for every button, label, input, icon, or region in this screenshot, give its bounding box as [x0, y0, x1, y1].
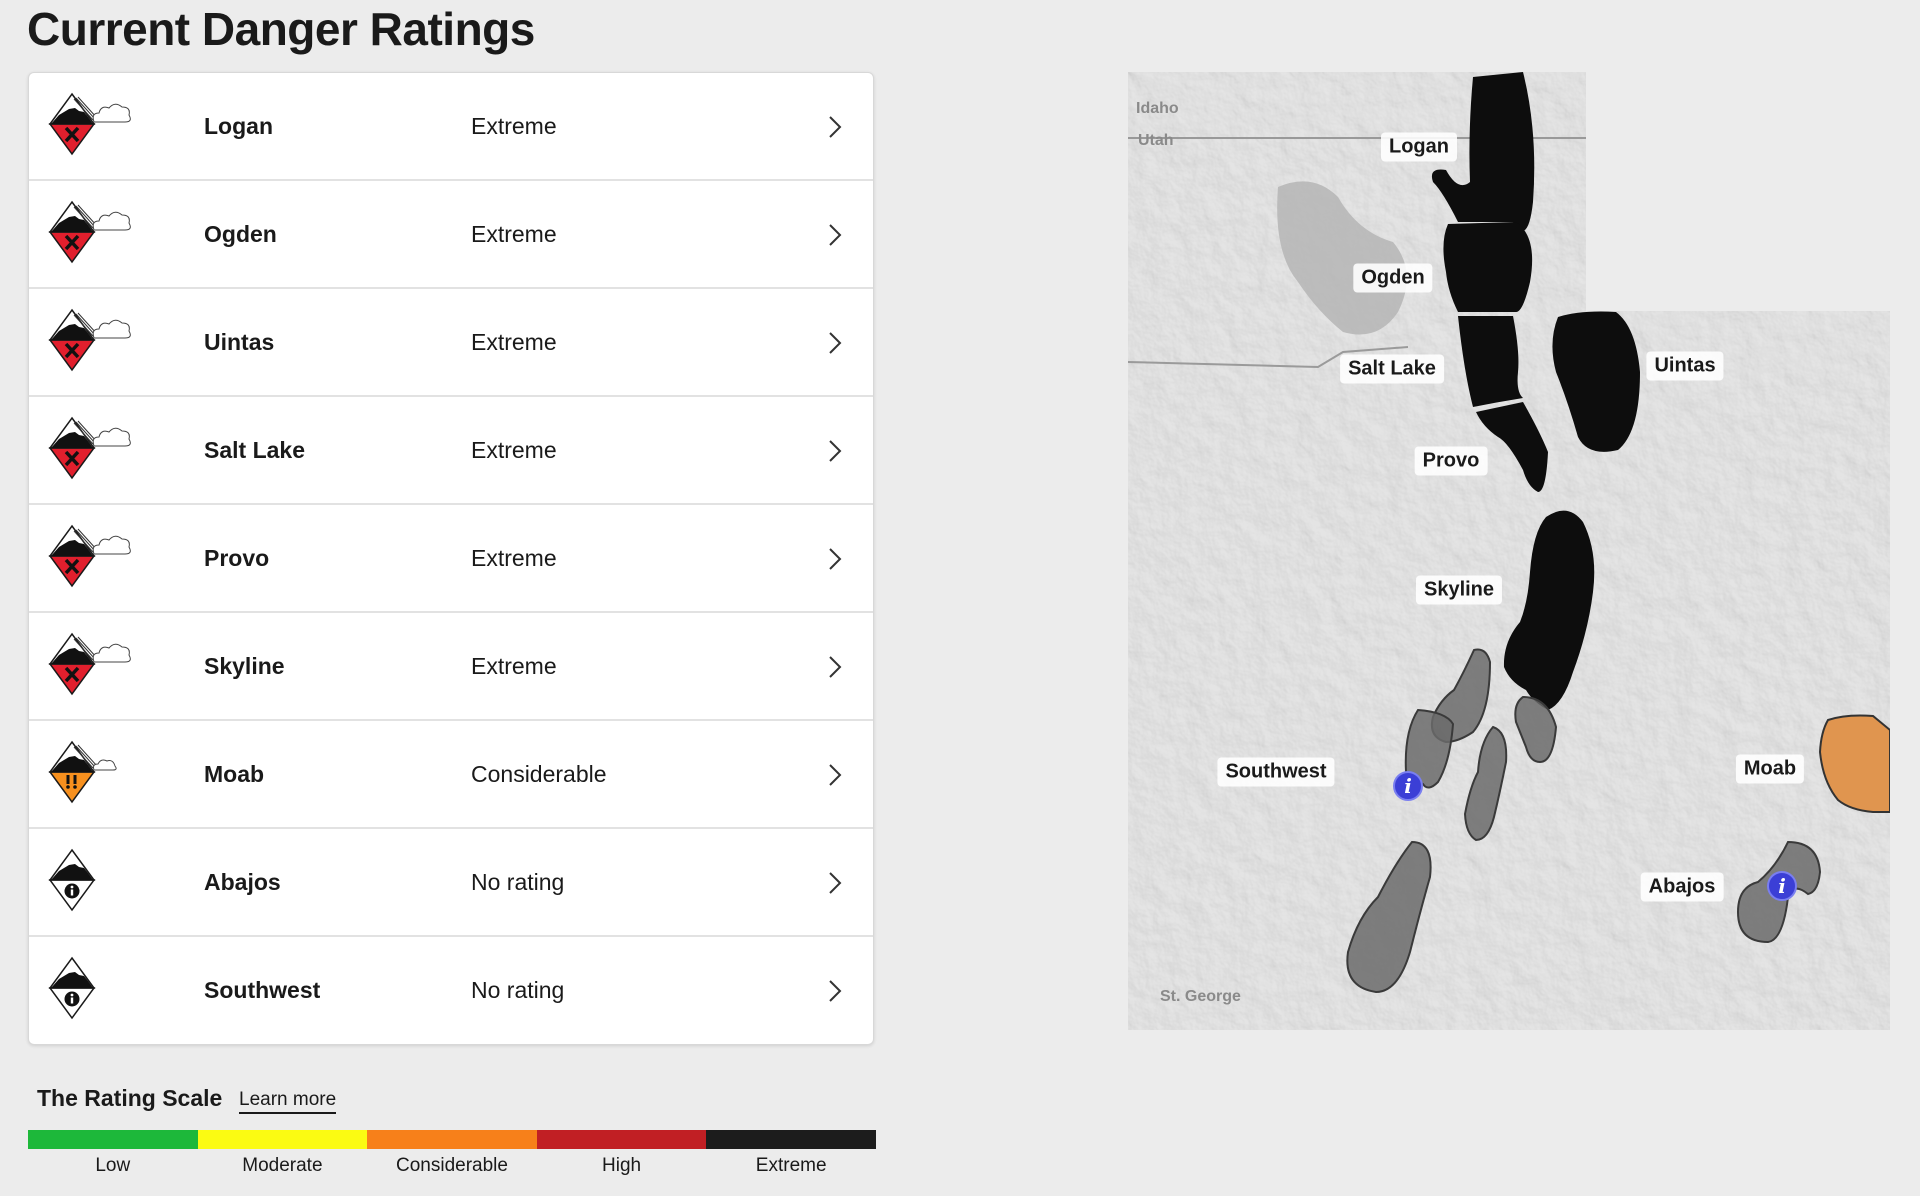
no-rating-icon	[48, 848, 96, 912]
region-name: Southwest	[204, 977, 321, 1003]
extreme-danger-icon	[48, 308, 131, 372]
scale-label-considerable: Considerable	[396, 1155, 508, 1176]
map-label-provo[interactable]: Provo	[1414, 446, 1488, 476]
map-label-southwest[interactable]: Southwest	[1217, 757, 1335, 787]
danger-map[interactable]: Idaho Utah St. George Logan Ogden Salt L…	[1128, 72, 1890, 1030]
region-name: Salt Lake	[204, 437, 305, 463]
scale-label-extreme: Extreme	[755, 1155, 827, 1176]
rating-scale-bar	[28, 1130, 876, 1149]
extreme-danger-icon	[48, 632, 131, 696]
region-row-southwest[interactable]: Southwest No rating	[29, 937, 873, 1044]
place-label-st-george: St. George	[1160, 988, 1241, 1005]
danger-rating: Considerable	[471, 761, 607, 787]
page-title: Current Danger Ratings	[27, 3, 535, 55]
danger-rating: Extreme	[471, 545, 557, 571]
scale-segment-moderate	[197, 1130, 368, 1149]
extreme-danger-icon	[48, 92, 131, 156]
region-name: Moab	[204, 761, 265, 787]
region-name: Provo	[204, 545, 270, 571]
chevron-right-icon	[829, 872, 842, 894]
danger-rating: Extreme	[471, 221, 557, 247]
chevron-right-icon	[829, 764, 842, 786]
danger-rating: No rating	[471, 869, 565, 895]
region-name: Ogden	[204, 221, 277, 247]
chevron-right-icon	[829, 116, 842, 138]
scale-segment-considerable	[367, 1130, 537, 1149]
danger-rating: Extreme	[471, 437, 557, 463]
no-rating-icon	[48, 956, 96, 1020]
chevron-right-icon	[829, 224, 842, 246]
map-label-logan[interactable]: Logan	[1381, 132, 1457, 162]
danger-ratings-list: Logan Extreme Ogden Extreme Uintas Extre…	[28, 72, 874, 1045]
scale-segment-extreme	[706, 1130, 876, 1149]
scale-label-high: High	[602, 1155, 642, 1176]
zone-ogden[interactable]	[1443, 222, 1533, 312]
danger-rating: Extreme	[471, 113, 557, 139]
region-row-moab[interactable]: Moab Considerable	[29, 721, 873, 829]
map-label-abajos[interactable]: Abajos	[1640, 872, 1724, 902]
map-label-salt-lake[interactable]: Salt Lake	[1340, 354, 1444, 384]
danger-rating: No rating	[471, 977, 565, 1003]
region-row-provo[interactable]: Provo Extreme	[29, 505, 873, 613]
considerable-danger-icon	[48, 740, 117, 804]
region-row-skyline[interactable]: Skyline Extreme	[29, 613, 873, 721]
info-pin-abajos-icon[interactable]: i	[1767, 871, 1797, 901]
place-label-utah: Utah	[1138, 132, 1174, 149]
map-label-uintas[interactable]: Uintas	[1646, 351, 1724, 381]
extreme-danger-icon	[48, 416, 131, 480]
scale-segment-low	[28, 1130, 198, 1149]
region-row-uintas[interactable]: Uintas Extreme	[29, 289, 873, 397]
region-name: Skyline	[204, 653, 285, 679]
extreme-danger-icon	[48, 200, 131, 264]
rating-scale-labels: Low Moderate Considerable High Extreme	[28, 1155, 876, 1177]
region-name: Abajos	[204, 869, 281, 895]
chevron-right-icon	[829, 440, 842, 462]
region-name: Logan	[204, 113, 273, 139]
rating-scale-title: The Rating Scale	[37, 1085, 223, 1111]
region-row-logan[interactable]: Logan Extreme	[29, 73, 873, 181]
map-label-ogden[interactable]: Ogden	[1353, 263, 1433, 293]
chevron-right-icon	[829, 656, 842, 678]
region-row-salt-lake[interactable]: Salt Lake Extreme	[29, 397, 873, 505]
region-row-ogden[interactable]: Ogden Extreme	[29, 181, 873, 289]
map-label-moab[interactable]: Moab	[1735, 754, 1805, 784]
scale-segment-high	[536, 1130, 707, 1149]
chevron-right-icon	[829, 332, 842, 354]
chevron-right-icon	[829, 980, 842, 1002]
map-label-skyline[interactable]: Skyline	[1415, 575, 1503, 605]
learn-more-link[interactable]: Learn more	[239, 1089, 337, 1114]
region-name: Uintas	[204, 329, 275, 355]
danger-rating: Extreme	[471, 329, 557, 355]
chevron-right-icon	[829, 548, 842, 570]
danger-rating: Extreme	[471, 653, 557, 679]
region-row-abajos[interactable]: Abajos No rating	[29, 829, 873, 937]
scale-label-low: Low	[95, 1155, 131, 1176]
extreme-danger-icon	[48, 524, 131, 588]
info-pin-southwest-icon[interactable]: i	[1393, 771, 1423, 801]
scale-label-moderate: Moderate	[242, 1155, 323, 1176]
place-label-idaho: Idaho	[1136, 100, 1179, 117]
